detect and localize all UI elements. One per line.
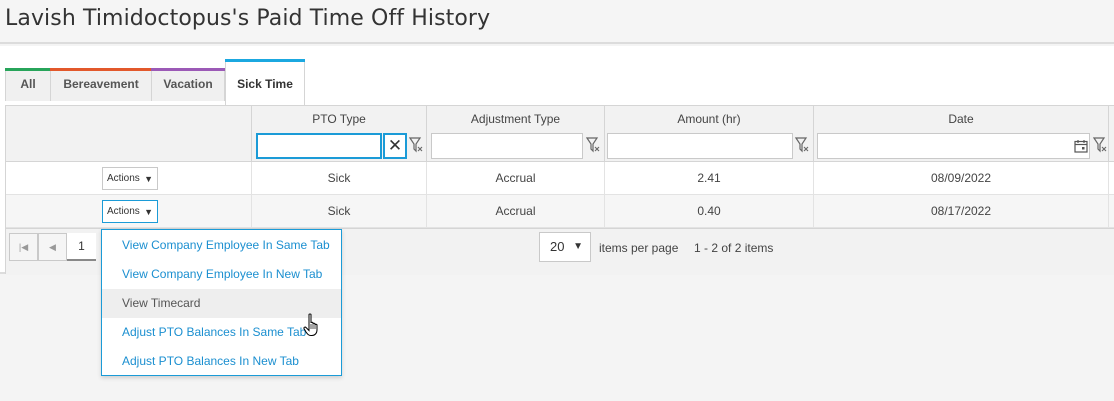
table-row: Actions ▼ Sick Accrual 2.41 08/09/2022 — [6, 162, 1114, 195]
actions-menu: View Company Employee In Same Tab View C… — [101, 229, 342, 376]
calendar-icon[interactable] — [1074, 139, 1088, 153]
tab-label: All — [20, 77, 36, 91]
filter-icon[interactable] — [1093, 136, 1107, 154]
pto-type-cell: Sick — [252, 162, 427, 194]
filter-icon[interactable] — [795, 136, 809, 154]
tab-color-bar — [5, 68, 51, 71]
tab-bereavement[interactable]: Bereavement — [50, 68, 152, 101]
date-cell: 08/17/2022 — [814, 195, 1109, 227]
amount-cell: 0.40 — [605, 195, 814, 227]
column-header-pto-type: PTO Type ✕ — [252, 106, 427, 161]
menu-item-view-employee-new-tab[interactable]: View Company Employee In New Tab — [102, 260, 341, 289]
filter-icon[interactable] — [586, 136, 600, 154]
actions-cell: Actions ▼ — [6, 195, 252, 227]
column-header-adjustment-type: Adjustment Type — [427, 106, 605, 161]
pto-type-cell: Sick — [252, 195, 427, 227]
current-page-number[interactable]: 1 — [67, 233, 96, 261]
column-title: PTO Type — [312, 112, 366, 126]
table-row: Actions ▼ Sick Accrual 0.40 08/17/2022 — [6, 195, 1114, 228]
pager-summary: 1 - 2 of 2 items — [694, 241, 774, 255]
tab-color-bar — [50, 68, 152, 71]
adjustment-type-cell: Accrual — [427, 162, 605, 194]
caret-down-icon: ▼ — [144, 207, 153, 217]
column-title: Amount (hr) — [677, 112, 741, 126]
title-bar: Lavish Timidoctopus's Paid Time Off Hist… — [0, 0, 1114, 44]
tab-all[interactable]: All — [5, 68, 51, 101]
date-cell: 08/09/2022 — [814, 162, 1109, 194]
caret-down-icon: ▼ — [573, 241, 583, 252]
menu-item-view-employee-same-tab[interactable]: View Company Employee In Same Tab — [102, 231, 341, 260]
menu-item-adjust-pto-new-tab[interactable]: Adjust PTO Balances In New Tab — [102, 347, 341, 376]
column-header-date: Date — [814, 106, 1109, 161]
actions-dropdown-button[interactable]: Actions ▼ — [102, 200, 158, 223]
adjustment-type-filter-input[interactable] — [431, 133, 583, 159]
column-header-amount: Amount (hr) — [605, 106, 814, 161]
actions-label: Actions — [107, 206, 140, 217]
actions-column-header — [6, 106, 252, 161]
date-filter-input[interactable] — [817, 133, 1090, 159]
amount-filter-input[interactable] — [607, 133, 793, 159]
filter-icon[interactable] — [409, 136, 423, 154]
column-title: Date — [948, 112, 974, 126]
page-title: Lavish Timidoctopus's Paid Time Off Hist… — [5, 6, 491, 31]
pto-type-filter-input[interactable] — [256, 133, 382, 159]
tab-vacation[interactable]: Vacation — [151, 68, 225, 101]
page-size-select[interactable]: 20 ▼ — [539, 232, 591, 262]
actions-dropdown-button[interactable]: Actions ▼ — [102, 167, 158, 190]
tab-color-bar — [151, 68, 225, 71]
tab-label: Sick Time — [237, 77, 293, 91]
tab-label: Vacation — [163, 77, 213, 91]
grid-header: PTO Type ✕ Adjustment Type Amount (hr) D… — [6, 106, 1114, 162]
first-page-icon[interactable]: |◀ — [9, 233, 38, 261]
clear-filter-icon[interactable]: ✕ — [383, 133, 407, 159]
amount-cell: 2.41 — [605, 162, 814, 194]
items-per-page-label: items per page — [599, 241, 679, 255]
tab-label: Bereavement — [63, 77, 139, 91]
tab-sick-time[interactable]: Sick Time — [225, 59, 305, 105]
previous-page-icon[interactable]: ◀ — [38, 233, 67, 261]
hand-cursor-icon — [303, 313, 318, 336]
column-title: Adjustment Type — [470, 112, 561, 126]
actions-label: Actions — [107, 173, 140, 184]
actions-cell: Actions ▼ — [6, 162, 252, 194]
page-size-value: 20 — [550, 239, 565, 254]
tab-color-bar — [225, 59, 305, 62]
adjustment-type-cell: Accrual — [427, 195, 605, 227]
caret-down-icon: ▼ — [144, 174, 153, 184]
